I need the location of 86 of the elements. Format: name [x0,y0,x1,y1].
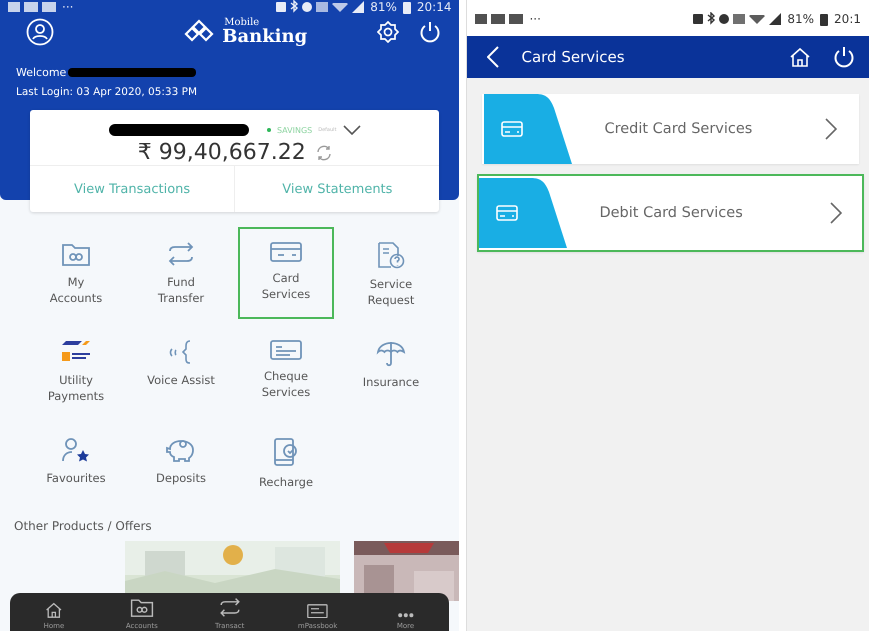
overflow-indicator: ··· [62,0,74,14]
service-tile[interactable]: Recharge [238,423,334,515]
card-icon [270,241,302,263]
service-row[interactable]: Credit Card Services [482,94,859,164]
network-type-icon [316,2,328,12]
row-label: Credit Card Services [603,121,754,137]
profile-icon[interactable] [26,18,54,46]
service-tile[interactable]: My Accounts [28,227,124,319]
tile-label: Service Request [368,277,414,308]
service-tile[interactable]: Utility Payments [28,325,124,417]
more-icon [396,612,414,618]
folder-icon [61,241,91,267]
clock-time: 20:1 [834,12,861,26]
balance-amount: ₹ 99,40,667.22 [138,140,306,165]
notification-icon [509,14,524,24]
account-type: SAVINGS [276,126,312,134]
card-icon [479,178,568,248]
wifi-icon [749,14,766,24]
card-icon [484,94,572,164]
wifi-icon [332,2,348,12]
service-tile[interactable]: Deposits [133,423,229,515]
tile-label: My Accounts [50,275,102,306]
signal-icon [769,13,782,25]
document-question-icon [376,241,406,269]
bluetooth-icon [707,12,716,26]
home-icon [45,602,63,618]
settings-icon[interactable] [377,21,400,43]
bluetooth-icon [290,0,298,14]
battery-icon [820,12,828,26]
chevron-right-icon [825,118,837,140]
transfer-icon [218,597,242,618]
service-tile[interactable]: Cheque Services [238,325,334,417]
tile-label: Card Services [262,271,310,302]
power-icon[interactable] [833,46,855,68]
transfer-icon [166,241,196,267]
tile-label: Cheque Services [262,369,310,400]
notification-icon [475,14,488,24]
power-icon[interactable] [419,21,442,43]
chevron-down-icon[interactable] [342,125,361,135]
battery-percent: 81% [787,12,814,26]
signal-icon [352,1,364,13]
lock-icon [693,14,704,24]
tile-label: Favourites [46,471,106,487]
piggy-bank-icon [165,437,197,463]
row-label: Debit Card Services [598,205,744,221]
tile-label: Utility Payments [48,373,104,404]
tile-label: Deposits [156,471,206,487]
section-title: Other Products / Offers [13,519,153,533]
notification-icon [8,2,20,12]
logo-subtitle: Mobile [223,18,260,28]
battery-icon [402,0,411,14]
service-tile[interactable]: Favourites [28,423,124,515]
screen-title: Card Services [521,48,626,66]
service-tile[interactable]: Card Services [238,227,334,319]
tile-label: Recharge [258,475,314,491]
home-icon[interactable] [789,47,811,67]
lock-icon [276,2,286,12]
umbrella-icon [376,339,406,367]
service-tile[interactable]: Fund Transfer [133,227,229,319]
service-tile[interactable]: Service Request [343,227,439,319]
clock-time: 20:14 [416,0,452,14]
person-star-icon [60,437,92,463]
alarm-icon [719,14,730,24]
notification-icon [42,2,56,12]
last-login-text: Last Login: 03 Apr 2020, 05:33 PM [15,85,198,98]
tile-label: Fund Transfer [158,275,204,306]
passbook-icon [307,604,328,618]
back-icon[interactable] [487,46,500,68]
chevron-right-icon [830,202,842,224]
notification-icon [491,14,506,24]
service-tile[interactable]: Insurance [343,325,439,417]
welcome-text: Welcome [16,66,66,79]
service-tile[interactable]: Voice Assist [133,325,229,417]
cheque-icon [270,339,302,361]
folder-icon [130,597,154,618]
service-row[interactable]: Debit Card Services [477,174,864,252]
alarm-icon [302,2,312,12]
overflow-indicator: ··· [529,12,541,26]
refresh-icon[interactable] [316,144,332,160]
tile-label: Voice Assist [147,373,215,389]
logo-title: Banking [222,28,308,46]
tile-label: Insurance [362,375,420,391]
battery-percent: 81% [370,0,397,14]
notification-icon [24,2,38,12]
network-type-icon [733,14,746,24]
status-dot [266,128,271,132]
